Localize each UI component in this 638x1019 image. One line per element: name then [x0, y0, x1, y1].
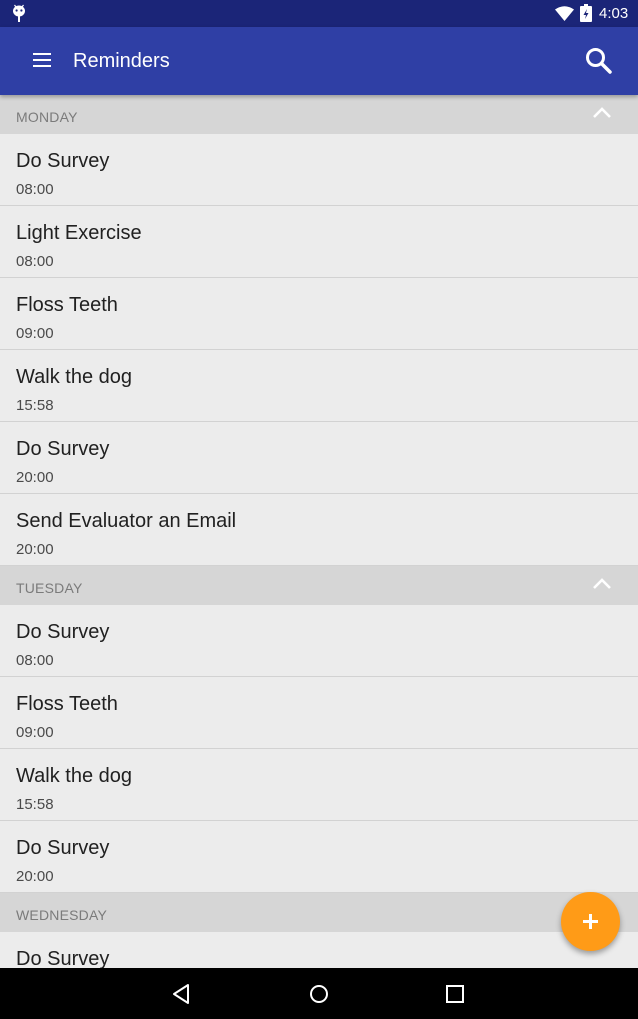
- chevron-up-icon[interactable]: [591, 106, 613, 120]
- list-item[interactable]: Do Survey 08:00: [0, 605, 638, 677]
- list-item[interactable]: Walk the dog 15:58: [0, 749, 638, 821]
- reminder-title: Light Exercise: [16, 222, 142, 244]
- list-item[interactable]: Floss Teeth 09:00: [0, 677, 638, 749]
- reminder-title: Walk the dog: [16, 765, 132, 787]
- section-label: MONDAY: [16, 109, 78, 125]
- section-label: WEDNESDAY: [16, 907, 107, 923]
- reminder-time: 15:58: [16, 397, 54, 414]
- section-header-wednesday[interactable]: WEDNESDAY: [0, 893, 638, 932]
- reminder-time: 08:00: [16, 181, 54, 198]
- section-header-monday[interactable]: MONDAY: [0, 95, 638, 134]
- list-item[interactable]: Send Evaluator an Email 20:00: [0, 494, 638, 566]
- home-icon[interactable]: [307, 982, 331, 1006]
- list-item[interactable]: Floss Teeth 09:00: [0, 278, 638, 350]
- reminder-time: 20:00: [16, 541, 54, 558]
- status-bar: 4:03: [0, 0, 638, 27]
- reminder-list[interactable]: MONDAY Do Survey 08:00 Light Exercise 08…: [0, 95, 638, 968]
- reminder-title: Do Survey: [16, 837, 110, 859]
- list-item[interactable]: Do Survey: [0, 932, 638, 968]
- reminder-time: 09:00: [16, 325, 54, 342]
- reminder-time: 20:00: [16, 469, 54, 486]
- list-item[interactable]: Do Survey 20:00: [0, 422, 638, 494]
- reminder-title: Floss Teeth: [16, 294, 118, 316]
- wifi-icon: [555, 6, 574, 21]
- chevron-up-icon[interactable]: [591, 577, 613, 591]
- search-icon[interactable]: [584, 46, 613, 75]
- back-icon[interactable]: [170, 982, 194, 1006]
- plus-icon: [583, 914, 598, 929]
- system-nav-bar: [0, 968, 638, 1019]
- reminder-title: Floss Teeth: [16, 693, 118, 715]
- recents-icon[interactable]: [443, 982, 467, 1006]
- page-title: Reminders: [73, 50, 170, 72]
- reminder-time: 08:00: [16, 652, 54, 669]
- battery-icon: [580, 4, 592, 22]
- list-item[interactable]: Walk the dog 15:58: [0, 350, 638, 422]
- section-header-tuesday[interactable]: TUESDAY: [0, 566, 638, 605]
- add-reminder-button[interactable]: [561, 892, 620, 951]
- reminder-title: Do Survey: [16, 438, 110, 460]
- list-item[interactable]: Do Survey 08:00: [0, 134, 638, 206]
- reminder-time: 20:00: [16, 868, 54, 885]
- list-item[interactable]: Light Exercise 08:00: [0, 206, 638, 278]
- reminder-title: Walk the dog: [16, 366, 132, 388]
- reminder-title: Do Survey: [16, 948, 110, 968]
- reminder-time: 08:00: [16, 253, 54, 270]
- section-label: TUESDAY: [16, 580, 83, 596]
- list-item[interactable]: Do Survey 20:00: [0, 821, 638, 893]
- menu-icon[interactable]: [31, 49, 53, 71]
- reminder-title: Do Survey: [16, 621, 110, 643]
- android-icon: [13, 4, 25, 22]
- reminder-time: 15:58: [16, 796, 54, 813]
- reminder-time: 09:00: [16, 724, 54, 741]
- app-bar: Reminders: [0, 27, 638, 95]
- reminder-title: Send Evaluator an Email: [16, 510, 237, 532]
- status-clock: 4:03: [599, 5, 629, 22]
- reminder-title: Do Survey: [16, 150, 110, 172]
